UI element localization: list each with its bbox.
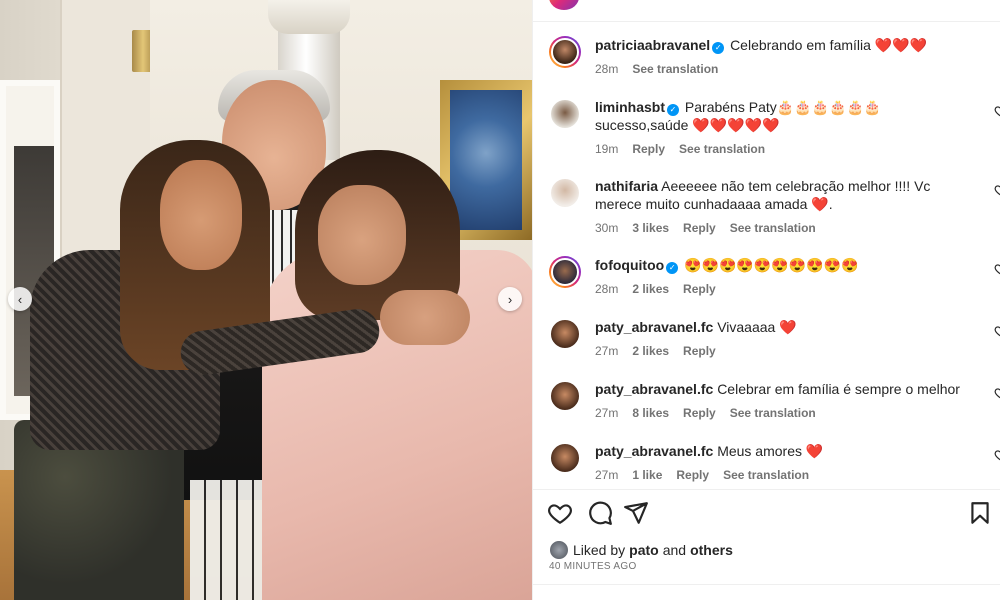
actions-divider [533,489,1000,490]
comment-username[interactable]: paty_abravanel.fc [595,381,713,397]
comment-time: 27m [595,468,619,482]
liked-by-avatar[interactable] [549,540,569,560]
bottom-divider [533,584,1000,585]
likes-count[interactable]: 3 likes [632,219,669,237]
comment-bubble-icon[interactable] [587,500,613,526]
comment-text: 😍😍😍😍😍😍😍😍😍😍 [684,257,859,273]
liked-by-others[interactable]: others [690,542,733,558]
caption-time: 28m [595,62,619,76]
avatar[interactable] [549,318,581,350]
likes-count[interactable]: 2 likes [632,280,669,298]
reply-button[interactable]: Reply [676,466,709,484]
reply-button[interactable]: Reply [683,280,716,298]
heart-outline-icon[interactable] [994,262,1000,276]
caption-username[interactable]: patriciaabravanel [595,37,710,53]
header-avatar[interactable] [549,0,579,10]
heart-outline-icon[interactable] [547,500,573,526]
comment-text: Vivaaaaa ❤️ [717,319,797,335]
comments-panel: patriciaabravanel ✓ Celebrando em família… [532,0,1000,600]
heart-outline-icon[interactable] [994,324,1000,338]
heart-outline-icon[interactable] [994,104,1000,118]
comment-time: 27m [595,406,619,420]
carousel-next-button[interactable]: › [498,287,522,311]
reply-button[interactable]: Reply [683,404,716,422]
caption-text: Celebrando em família ❤️❤️❤️ [730,37,928,53]
avatar[interactable] [549,177,581,209]
likes-count[interactable]: 2 likes [632,342,669,360]
likes-count[interactable]: 1 like [632,466,662,484]
comment-username[interactable]: paty_abravanel.fc [595,319,713,335]
see-translation-link[interactable]: See translation [632,60,718,78]
see-translation-link[interactable]: See translation [723,466,809,484]
chevron-right-icon: › [507,291,513,307]
comment-username[interactable]: fofoquitoo [595,257,664,273]
reply-button[interactable]: Reply [632,140,665,158]
avatar[interactable] [549,98,581,130]
heart-outline-icon[interactable] [994,183,1000,197]
liked-by-prefix: Liked by [573,542,626,558]
comment-time: 30m [595,221,619,235]
liked-by: Liked by pato and others [549,540,733,560]
paper-plane-icon[interactable] [623,500,649,526]
comment-username[interactable]: nathifaria [595,178,658,194]
carousel-prev-button[interactable]: ‹ [8,287,32,311]
verified-badge-icon: ✓ [666,262,679,274]
chevron-left-icon: ‹ [17,291,23,307]
photo-woman-left-face [160,160,242,270]
comment-username[interactable]: liminhasbt [595,99,665,115]
post-timestamp[interactable]: 40 MINUTES AGO [549,561,637,572]
photo-column-capital [268,0,350,34]
comment-time: 28m [595,282,619,296]
liked-by-user[interactable]: pato [629,542,659,558]
avatar[interactable] [549,380,581,412]
heart-outline-icon[interactable] [994,386,1000,400]
heart-outline-icon[interactable] [994,448,1000,462]
avatar[interactable] [549,442,581,474]
photo-woman-right-hand [380,290,470,345]
comment-text: Meus amores ❤️ [717,443,824,459]
avatar[interactable] [549,36,581,68]
reply-button[interactable]: Reply [683,342,716,360]
see-translation-link[interactable]: See translation [730,219,816,237]
verified-badge-icon: ✓ [667,104,680,116]
post-photo: ‹ › [0,0,532,600]
header-divider [533,21,1000,22]
liked-by-and: and [662,542,687,558]
comment-time: 27m [595,344,619,358]
verified-badge-icon: ✓ [712,42,725,54]
comment-username[interactable]: paty_abravanel.fc [595,443,713,459]
see-translation-link[interactable]: See translation [730,404,816,422]
see-translation-link[interactable]: See translation [679,140,765,158]
avatar[interactable] [549,256,581,288]
photo-woman-right-face [318,185,406,285]
comment-time: 19m [595,142,619,156]
comment-text: Celebrar em família é sempre o melhor [717,381,960,397]
reply-button[interactable]: Reply [683,219,716,237]
bookmark-icon[interactable] [967,500,993,526]
likes-count[interactable]: 8 likes [632,404,669,422]
